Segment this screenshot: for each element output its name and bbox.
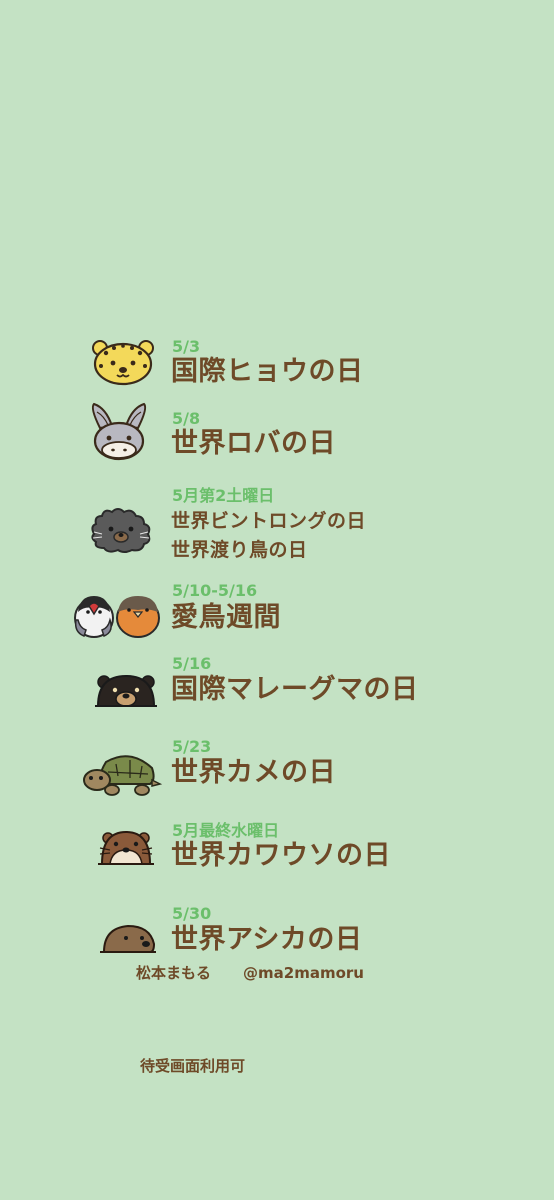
- leopard-icon: [92, 340, 154, 386]
- event-date: 5月最終水曜日: [172, 821, 280, 840]
- event-title: 世界ロバの日: [171, 428, 336, 459]
- author-name: 松本まもる: [136, 964, 212, 982]
- event-date: 5/3: [172, 337, 201, 356]
- event-title: 国際マレーグマの日: [171, 674, 419, 705]
- sea-lion-icon: [100, 924, 156, 953]
- event-title: 国際ヒョウの日: [171, 356, 364, 387]
- event-title: 世界渡り鳥の日: [171, 539, 308, 561]
- event-date: 5月第2土曜日: [172, 486, 275, 505]
- event-title: 世界カメの日: [171, 757, 336, 788]
- event-date: 5/10-5/16: [172, 581, 258, 600]
- otter-icon: [98, 830, 154, 865]
- sun-bear-icon: [95, 674, 157, 707]
- event-title: 世界アシカの日: [171, 924, 363, 955]
- event-title: 世界カワウソの日: [171, 840, 391, 871]
- event-date: 5/8: [172, 409, 201, 428]
- event-title: 愛鳥週間: [171, 602, 281, 633]
- event-date: 5/23: [172, 737, 212, 756]
- event-date: 5/30: [172, 904, 212, 923]
- event-title: 世界ビントロングの日: [171, 510, 367, 532]
- author-handle: @ma2mamoru: [243, 964, 364, 982]
- birds-icon: [74, 596, 160, 638]
- turtle-icon: [83, 755, 163, 796]
- donkey-icon: [91, 402, 147, 461]
- event-date: 5/16: [172, 654, 212, 673]
- binturong-icon: [91, 508, 151, 553]
- wallpaper-note: 待受画面利用可: [140, 1057, 246, 1075]
